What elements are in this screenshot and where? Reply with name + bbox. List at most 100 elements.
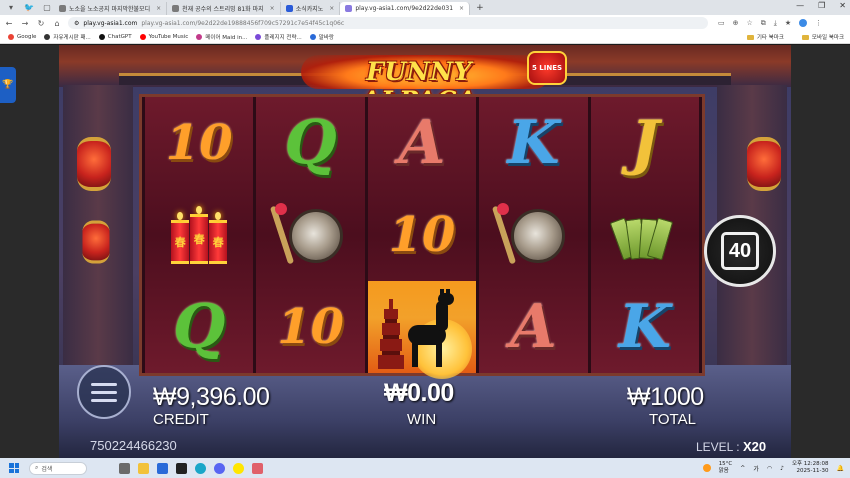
tray-overflow-icon[interactable]: ^ [740, 465, 745, 472]
taskbar-apps [119, 462, 263, 474]
reel-cell: A [368, 97, 476, 189]
spin-count: 40 [721, 232, 759, 270]
bookmark-item[interactable]: 메이어 Maid in... [196, 33, 247, 41]
search-placeholder: 검색 [41, 465, 53, 473]
close-window-icon[interactable]: ✕ [839, 1, 846, 10]
site-info-icon[interactable]: ⚙ [74, 20, 79, 27]
reel-cell [591, 189, 699, 281]
reel: K A [479, 97, 588, 373]
taskbar-search-input[interactable]: ⌕ 검색 [29, 461, 87, 475]
bookmark-item[interactable]: Google [8, 34, 36, 40]
new-tab-button[interactable]: + [476, 3, 484, 13]
system-clock[interactable]: 오후 12:28:08 2025-11-30 [792, 461, 829, 475]
folder-icon [746, 34, 754, 40]
browser-tab[interactable]: 천재 공수의 스트리밍 81화 마지 × [167, 2, 281, 15]
extensions-icon[interactable]: ⧉ [761, 19, 766, 28]
weather-widget[interactable]: 15°C 맑음 [719, 461, 733, 475]
bookmarks-bar: Google 자유게시판 패... ChatGPT YouTube Music … [0, 31, 850, 44]
ime-indicator[interactable]: 가 [753, 464, 759, 473]
bookmark-item[interactable]: 플레지지 전략... [255, 33, 302, 41]
browser-tab[interactable]: 소식카지노 × [281, 2, 341, 15]
bookmark-favicon [98, 34, 105, 40]
browser-tab-bar: ▾ 🐦 ▢ 노소을 노소공지 마지막한불모디 × 천재 공수의 스트리밍 81화 … [0, 0, 850, 15]
browser-tab-active[interactable]: play.vg-asia1.com/9e2d22de031 × [340, 2, 471, 15]
side-panel-tab[interactable]: 🏆 [0, 67, 16, 103]
browser-tab[interactable]: 노소을 노소공지 마지막한불모디 × [54, 2, 168, 15]
tab-favicon [345, 5, 353, 12]
start-menu-icon[interactable] [9, 463, 19, 473]
search-icon: ⌕ [35, 464, 39, 471]
menu-button[interactable] [77, 365, 131, 419]
reel-cell [479, 189, 587, 281]
bookmark-item[interactable]: 말바랑 [309, 33, 334, 41]
symbol-a: A [398, 108, 446, 178]
zoom-icon[interactable]: ⊕ [733, 19, 739, 28]
notification-icon[interactable]: 🔔 [837, 465, 844, 472]
profile-avatar[interactable] [799, 18, 808, 27]
bookmark-folder-label: 기타 북마크 [756, 35, 784, 41]
game-viewport: 🏆 FUNNY ALPACA 5 LINES ⛶ 10 春春春 [0, 45, 850, 458]
reel-cell [256, 189, 364, 281]
reel-cell [367, 281, 477, 379]
store-icon[interactable] [157, 462, 168, 474]
lantern-decoration [747, 137, 781, 191]
win-label: WIN [407, 411, 437, 428]
tab-actions-icon[interactable]: ▾ [4, 1, 18, 15]
level-label: LEVEL : [696, 440, 740, 454]
bookmark-item[interactable]: YouTube Music [139, 34, 189, 40]
paint-icon[interactable] [252, 462, 263, 474]
reel-cell: 10 [368, 189, 476, 281]
bookmark-folder[interactable]: 기타 북마크 [746, 33, 784, 41]
bookmark-label: YouTube Music [148, 34, 189, 40]
cast-icon[interactable]: ▭ [718, 19, 725, 28]
bet-level: LEVEL : X20 [696, 439, 766, 454]
more-icon[interactable]: ⋮ [815, 19, 822, 28]
url-path: play.vg-asia1.com/9e2d22de19888456f709c5… [141, 19, 345, 27]
game-logo: FUNNY ALPACA 5 LINES [301, 49, 567, 115]
close-tab-icon[interactable]: × [459, 5, 464, 12]
weather-icon[interactable] [702, 464, 711, 472]
symbol-ten: 10 [165, 115, 233, 171]
reel-cell: A [479, 281, 587, 373]
edge-browser-icon[interactable] [195, 462, 206, 474]
bookmark-item[interactable]: 자유게시판 패... [44, 33, 91, 41]
bookmark-item[interactable]: ChatGPT [98, 34, 132, 40]
maximize-icon[interactable]: ❐ [818, 1, 825, 10]
spin-button[interactable]: 40 [704, 215, 776, 287]
clock-time: 오후 12:28:08 [791, 461, 829, 467]
slot-game: FUNNY ALPACA 5 LINES ⛶ 10 春春春 Q Q [59, 45, 791, 458]
download-icon[interactable]: ⤓ [774, 19, 777, 28]
close-tab-icon[interactable]: × [156, 5, 161, 12]
bookmark-favicon [8, 34, 14, 40]
reload-icon[interactable]: ↻ [34, 19, 48, 28]
bookmark-folder[interactable]: 모바일 북마크 [801, 33, 844, 41]
reel: Q 10 [256, 97, 365, 373]
reel-cell: 春春春 [145, 189, 253, 281]
system-tray: 15°C 맑음 ^ 가 ◠ ♪ 오후 12:28:08 2025-11-30 🔔 [702, 461, 844, 475]
lantern-decoration [82, 220, 110, 264]
discord-icon[interactable] [214, 462, 225, 474]
minimize-icon[interactable]: — [796, 1, 804, 10]
task-view-icon[interactable] [119, 462, 130, 474]
kakaotalk-icon[interactable] [233, 462, 244, 474]
back-icon[interactable]: ← [2, 19, 16, 28]
total-bet-amount[interactable]: ₩1000 [627, 383, 704, 412]
close-tab-icon[interactable]: × [270, 5, 275, 12]
collection-icon[interactable]: ▢ [40, 1, 54, 15]
terminal-icon[interactable] [176, 462, 187, 474]
forward-icon[interactable]: → [18, 19, 32, 28]
network-icon[interactable]: ◠ [767, 465, 772, 472]
reel-cell: K [591, 281, 699, 373]
close-tab-icon[interactable]: × [329, 5, 334, 12]
favorites-icon[interactable]: ★ [785, 19, 791, 28]
home-icon[interactable]: ⌂ [50, 19, 64, 28]
weather-desc: 맑음 [718, 468, 729, 474]
tab-favicon [59, 5, 66, 12]
url-field[interactable]: ⚙ play.vg-asia1.com play.vg-asia1.com/9e… [68, 17, 708, 29]
twitter-icon[interactable]: 🐦 [22, 1, 36, 15]
volume-icon[interactable]: ♪ [780, 465, 784, 472]
lantern-decoration [77, 137, 111, 191]
gong-icon [492, 203, 569, 267]
file-explorer-icon[interactable] [138, 462, 149, 474]
star-icon[interactable]: ☆ [747, 19, 753, 28]
